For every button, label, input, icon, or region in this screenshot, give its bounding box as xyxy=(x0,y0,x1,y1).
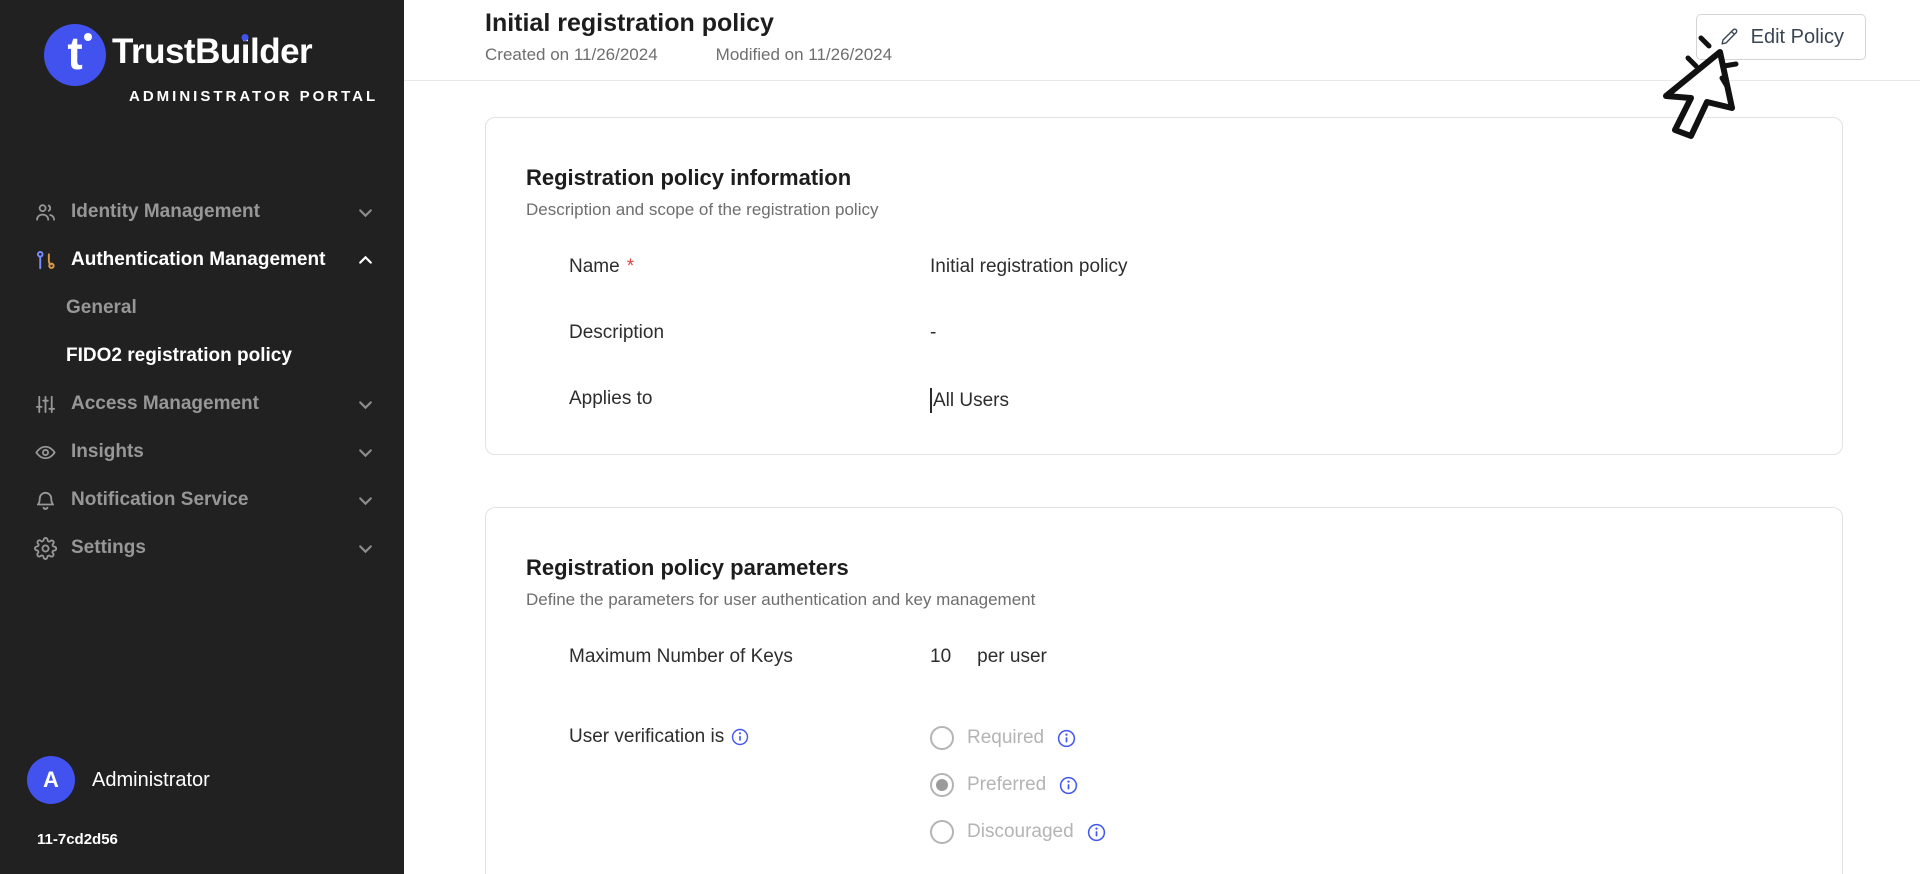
sidebar-item-label: Settings xyxy=(71,537,146,559)
registration-policy-information-card: Registration policy information Descript… xyxy=(485,117,1843,455)
brand-logo-letter: t xyxy=(67,26,82,80)
user-verification-row: User verification is Required xyxy=(526,726,1802,844)
radio-option-discouraged[interactable]: Discouraged xyxy=(930,820,1106,844)
sidebar-subitem-fido2-registration-policy[interactable]: FIDO2 registration policy xyxy=(0,332,404,380)
radio-option-preferred[interactable]: Preferred xyxy=(930,773,1106,797)
user-menu[interactable]: A Administrator xyxy=(27,756,210,804)
card-title: Registration policy parameters xyxy=(526,555,1802,581)
brand-logo: t xyxy=(44,24,106,86)
name-row: Name * Initial registration policy xyxy=(526,256,1802,278)
passkey-icon xyxy=(33,248,57,272)
sidebar-item-notification-service[interactable]: Notification Service xyxy=(0,476,404,524)
brand-name: TrustBuilder xyxy=(112,32,312,72)
user-name: Administrator xyxy=(92,769,210,792)
sidebar-item-authentication-management[interactable]: Authentication Management xyxy=(0,236,404,284)
main-content: Initial registration policy Created on 1… xyxy=(404,0,1920,874)
chevron-down-icon xyxy=(357,444,374,461)
radio-checked-icon[interactable] xyxy=(930,773,954,797)
sidebar-item-access-management[interactable]: Access Management xyxy=(0,380,404,428)
created-date: Created on 11/26/2024 xyxy=(485,45,658,65)
user-verification-label: User verification is xyxy=(569,726,930,748)
max-keys-number: 10 xyxy=(930,646,951,668)
user-verification-options: Required Preferred Dis xyxy=(930,726,1106,844)
sidebar-subitem-general[interactable]: General xyxy=(0,284,404,332)
max-keys-row: Maximum Number of Keys 10 per user xyxy=(526,646,1802,668)
chevron-down-icon xyxy=(357,492,374,509)
text-cursor xyxy=(930,388,932,413)
info-icon[interactable] xyxy=(1059,776,1078,795)
sidebar-subitem-label: FIDO2 registration policy xyxy=(66,345,292,367)
description-value: - xyxy=(930,322,936,344)
radio-unchecked-icon[interactable] xyxy=(930,820,954,844)
info-icon[interactable] xyxy=(731,728,749,746)
card-subtitle: Description and scope of the registratio… xyxy=(526,200,1802,220)
sidebar-item-identity-management[interactable]: Identity Management xyxy=(0,188,404,236)
content-area: Registration policy information Descript… xyxy=(404,81,1920,874)
sidebar-nav: Identity Management Authentication Manag… xyxy=(0,188,404,572)
applies-to-row: Applies to All Users xyxy=(526,388,1802,413)
radio-unchecked-icon[interactable] xyxy=(930,726,954,750)
required-asterisk: * xyxy=(627,256,634,278)
max-keys-unit: per user xyxy=(977,646,1047,668)
sidebar-item-label: Notification Service xyxy=(71,489,248,511)
name-label: Name * xyxy=(569,256,930,278)
chevron-down-icon xyxy=(357,396,374,413)
card-title: Registration policy information xyxy=(526,165,1802,191)
brand-portal-subtitle: ADMINISTRATOR PORTAL xyxy=(129,88,378,105)
chevron-up-icon xyxy=(357,252,374,269)
description-row: Description - xyxy=(526,322,1802,344)
sidebar-item-insights[interactable]: Insights xyxy=(0,428,404,476)
avatar: A xyxy=(27,756,75,804)
max-keys-label: Maximum Number of Keys xyxy=(569,646,930,668)
gear-icon xyxy=(33,536,57,560)
page-title: Initial registration policy xyxy=(485,9,774,38)
sidebar-item-label: Insights xyxy=(71,441,144,463)
name-value: Initial registration policy xyxy=(930,256,1127,278)
page-dates: Created on 11/26/2024 Modified on 11/26/… xyxy=(485,45,892,65)
sidebar-item-settings[interactable]: Settings xyxy=(0,524,404,572)
sidebar-item-label: Access Management xyxy=(71,393,259,415)
page-header: Initial registration policy Created on 1… xyxy=(404,0,1920,81)
info-icon[interactable] xyxy=(1057,729,1076,748)
version-label: 11-7cd2d56 xyxy=(37,831,118,848)
users-icon xyxy=(33,200,57,224)
card-subtitle: Define the parameters for user authentic… xyxy=(526,590,1802,610)
sliders-icon xyxy=(33,392,57,416)
modified-date: Modified on 11/26/2024 xyxy=(716,45,892,65)
applies-to-value: All Users xyxy=(930,388,1009,413)
applies-to-label: Applies to xyxy=(569,388,930,410)
radio-option-required[interactable]: Required xyxy=(930,726,1106,750)
sidebar: t TrustBuilder ADMINISTRATOR PORTAL Iden… xyxy=(0,0,404,874)
bell-icon xyxy=(33,488,57,512)
max-keys-value: 10 per user xyxy=(930,646,1047,668)
info-icon[interactable] xyxy=(1087,823,1106,842)
edit-policy-label: Edit Policy xyxy=(1751,26,1844,49)
sidebar-item-label: Identity Management xyxy=(71,201,260,223)
sidebar-subitem-label: General xyxy=(66,297,137,319)
pencil-icon xyxy=(1718,26,1740,48)
registration-policy-parameters-card: Registration policy parameters Define th… xyxy=(485,507,1843,874)
chevron-down-icon xyxy=(357,204,374,221)
chevron-down-icon xyxy=(357,540,374,557)
eye-icon xyxy=(33,440,57,464)
edit-policy-button[interactable]: Edit Policy xyxy=(1696,14,1866,60)
sidebar-item-label: Authentication Management xyxy=(71,249,325,271)
description-label: Description xyxy=(569,322,930,344)
